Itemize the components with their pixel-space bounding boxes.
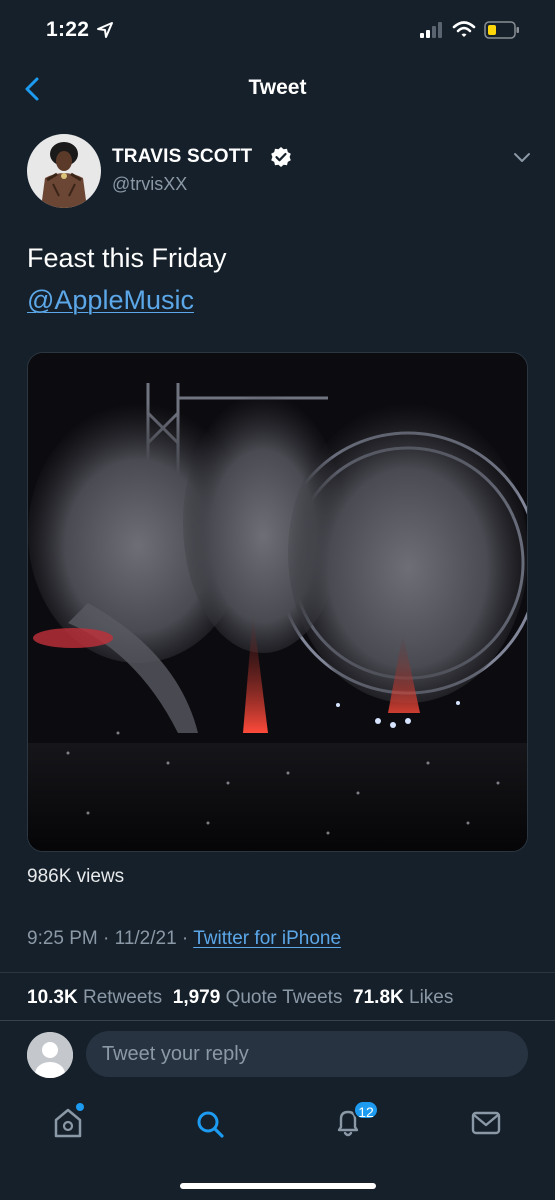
view-count: 986K views [27,866,125,887]
user-avatar[interactable] [27,1032,73,1078]
signal-icon [420,22,442,38]
wifi-icon [452,21,476,37]
tweet-video[interactable] [27,352,528,852]
tweet-date: 11/2/21 [114,928,177,949]
separator: · [103,928,110,949]
search-icon[interactable] [190,1100,230,1144]
likes-label: Likes [409,987,454,1008]
chevron-down-icon[interactable] [512,150,532,166]
page-title: Tweet [248,76,307,99]
quotes-count: 1,979 [172,987,221,1008]
status-time: 1:22 [46,18,90,41]
location-arrow-icon [97,22,113,38]
home-notification-dot [76,1103,84,1111]
home-indicator [180,1183,376,1189]
quotes-stat[interactable]: 1,979 Quote Tweets [173,987,343,1008]
quotes-label: Quote Tweets [225,987,343,1008]
avatar[interactable] [27,134,101,208]
likes-stat[interactable]: 71.8K Likes [353,987,453,1008]
divider [0,1020,555,1021]
tweet-text: Feast this Friday [27,243,227,273]
author-handle[interactable]: @trvisXX [112,174,187,195]
tweet-time: 9:25 PM [27,928,98,949]
battery-icon [484,21,519,39]
tweet-stats: 10.3K Retweets 1,979 Quote Tweets 71.8K … [27,987,453,1009]
separator: · [181,928,189,949]
likes-count: 71.8K [353,987,404,1008]
author-name[interactable]: TRAVIS SCOTT [112,146,252,168]
reply-input[interactable] [86,1031,528,1077]
notifications-badge: 12 [353,1100,379,1120]
verified-badge-icon [271,147,291,167]
retweets-stat[interactable]: 10.3K Retweets [27,987,162,1008]
tweet-source-link[interactable]: Twitter for iPhone [193,928,341,949]
retweets-label: Retweets [82,987,163,1008]
mention-link[interactable]: @AppleMusic [27,285,194,316]
messages-icon[interactable] [466,1100,506,1144]
retweets-count: 10.3K [27,987,78,1008]
tweet-metadata: 9:25 PM · 11/2/21 · Twitter for iPhone [27,928,341,950]
divider [0,972,555,973]
